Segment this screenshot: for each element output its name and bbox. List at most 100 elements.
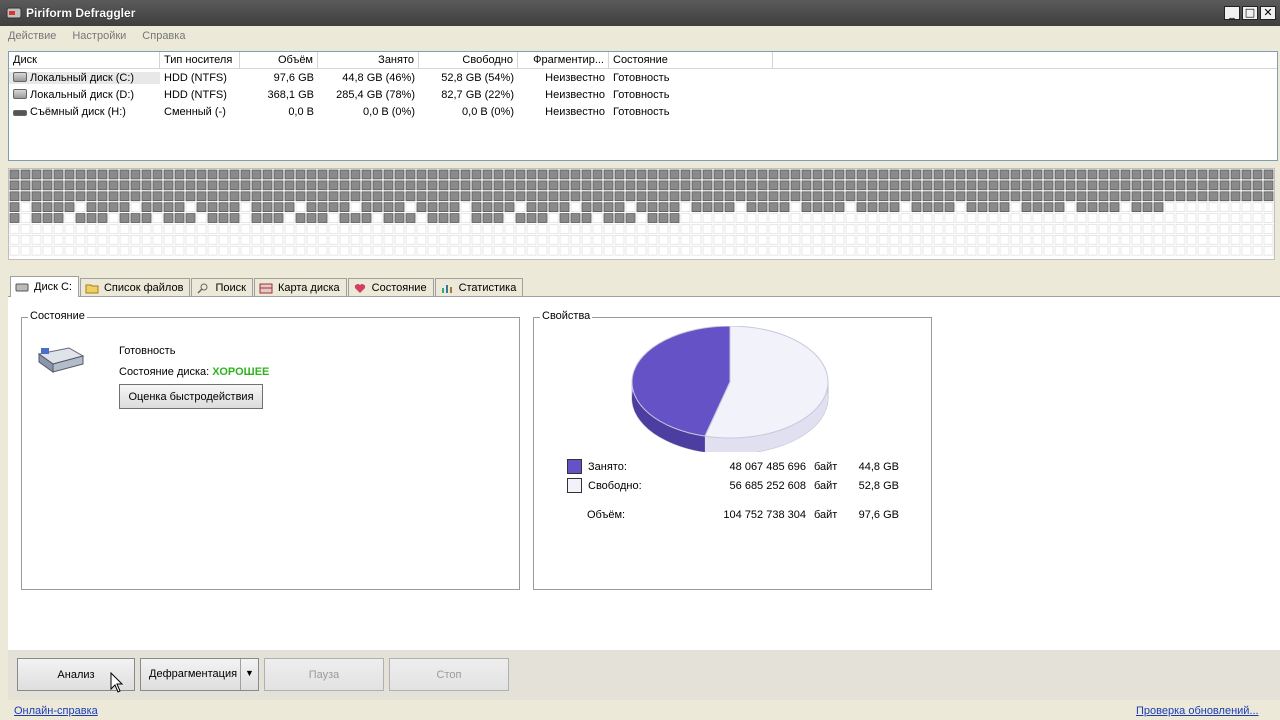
check-updates-link[interactable]: Проверка обновлений... <box>1136 705 1259 717</box>
block-cell <box>779 213 790 223</box>
block-cell <box>559 180 570 191</box>
block-cell <box>229 169 240 180</box>
tab-disk-map[interactable]: Карта диска <box>253 278 347 297</box>
block-cell <box>174 169 185 180</box>
block-cell <box>1010 245 1021 256</box>
block-cell <box>812 202 823 213</box>
block-cell <box>361 245 372 256</box>
block-cell <box>97 235 108 245</box>
block-cell <box>779 245 790 256</box>
pause-button[interactable]: Пауза <box>264 658 384 691</box>
block-cell <box>53 180 64 191</box>
tab-label: Статистика <box>458 282 517 294</box>
block-cell <box>306 213 317 223</box>
block-cell <box>834 191 845 202</box>
block-cell <box>691 191 702 202</box>
block-cell <box>383 235 394 245</box>
block-cell <box>350 202 361 213</box>
online-help-link[interactable]: Онлайн-справка <box>14 705 98 717</box>
block-cell <box>328 235 339 245</box>
block-cell <box>1186 213 1197 223</box>
block-cell <box>548 191 559 202</box>
block-cell <box>999 169 1010 180</box>
block-cell <box>1175 191 1186 202</box>
drive-row-d[interactable]: Локальный диск (D:) HDD (NTFS) 368,1 GB … <box>9 86 1277 103</box>
block-cell <box>845 245 856 256</box>
column-header-disk[interactable]: Диск <box>9 52 160 68</box>
close-button[interactable]: ✕ <box>1260 6 1276 20</box>
block-cell <box>603 213 614 223</box>
tab-statistics[interactable]: Статистика <box>434 278 524 297</box>
defrag-button[interactable]: Дефрагментация ▼ <box>140 658 259 691</box>
block-cell <box>1131 202 1142 213</box>
block-cell <box>339 224 350 234</box>
block-cell <box>251 180 262 191</box>
block-cell <box>1098 202 1109 213</box>
menu-settings[interactable]: Настройки <box>70 30 128 42</box>
block-cell <box>383 169 394 180</box>
block-cell <box>42 169 53 180</box>
block-cell <box>328 224 339 234</box>
maximize-button[interactable]: □ <box>1242 6 1258 20</box>
block-cell <box>526 235 537 245</box>
block-cell <box>801 180 812 191</box>
block-cell <box>966 224 977 234</box>
block-cell <box>31 235 42 245</box>
block-cell <box>1153 245 1164 256</box>
stop-button[interactable]: Стоп <box>389 658 509 691</box>
drive-row-c[interactable]: Локальный диск (C:) HDD (NTFS) 97,6 GB 4… <box>9 69 1277 86</box>
drive-block-map[interactable] <box>8 168 1275 260</box>
column-header-free[interactable]: Свободно <box>419 52 518 68</box>
block-cell <box>625 202 636 213</box>
menu-action[interactable]: Действие <box>6 30 58 42</box>
block-cell <box>405 213 416 223</box>
drive-row-h[interactable]: Съёмный диск (H:) Сменный (-) 0,0 B 0,0 … <box>9 103 1277 120</box>
menu-help[interactable]: Справка <box>140 30 187 42</box>
tab-disk-c[interactable]: Диск C: <box>10 276 79 297</box>
block-cell <box>20 245 31 256</box>
tab-search[interactable]: Поиск <box>191 278 253 297</box>
block-cell <box>361 180 372 191</box>
block-cell <box>922 180 933 191</box>
block-cell <box>64 235 75 245</box>
dropdown-arrow-icon[interactable]: ▼ <box>245 668 254 678</box>
column-header-fragmentation[interactable]: Фрагментир... <box>518 52 609 68</box>
block-cell <box>856 169 867 180</box>
column-header-used[interactable]: Занято <box>318 52 419 68</box>
block-cell <box>86 245 97 256</box>
block-cell <box>603 235 614 245</box>
tab-health[interactable]: Состояние <box>347 278 434 297</box>
block-cell <box>944 224 955 234</box>
block-cell <box>1241 202 1252 213</box>
block-cell <box>944 180 955 191</box>
column-header-media[interactable]: Тип носителя <box>160 52 240 68</box>
block-cell <box>31 191 42 202</box>
block-cell <box>1076 224 1087 234</box>
block-cell <box>196 235 207 245</box>
column-header-size[interactable]: Объём <box>240 52 318 68</box>
block-cell <box>911 213 922 223</box>
block-cell <box>647 224 658 234</box>
block-cell <box>801 245 812 256</box>
block-cell <box>1065 224 1076 234</box>
block-cell <box>130 202 141 213</box>
block-cell <box>1032 213 1043 223</box>
block-cell <box>108 213 119 223</box>
block-cell <box>372 180 383 191</box>
block-cell <box>1175 235 1186 245</box>
block-cell <box>625 180 636 191</box>
block-cell <box>438 224 449 234</box>
block-cell <box>768 224 779 234</box>
benchmark-button[interactable]: Оценка быстродействия <box>119 384 263 409</box>
block-cell <box>119 235 130 245</box>
tab-file-list[interactable]: Список файлов <box>79 278 191 297</box>
block-cell <box>328 191 339 202</box>
column-header-state[interactable]: Состояние <box>609 52 773 68</box>
block-cell <box>702 235 713 245</box>
block-cell <box>647 191 658 202</box>
total-bytes: 104 752 738 304 <box>723 509 806 521</box>
block-cell <box>251 169 262 180</box>
block-cell <box>1021 191 1032 202</box>
block-cell <box>108 245 119 256</box>
minimize-button[interactable]: _ <box>1224 6 1240 20</box>
